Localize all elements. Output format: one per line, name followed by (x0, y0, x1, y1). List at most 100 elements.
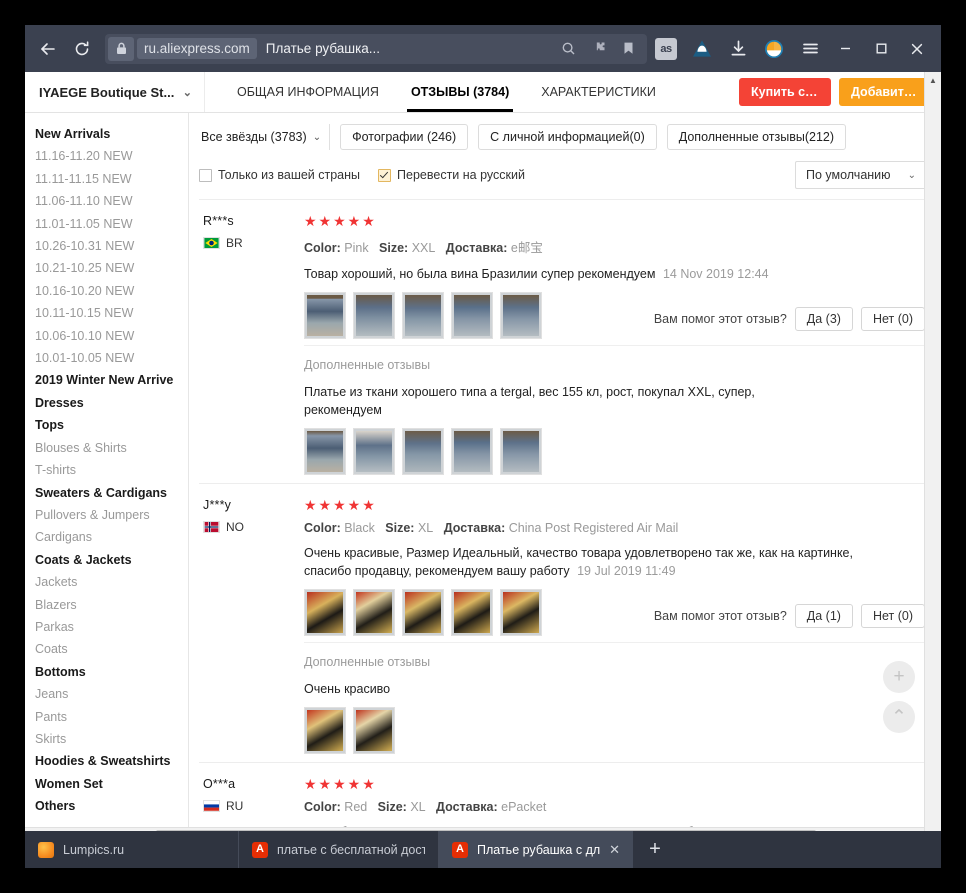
sidebar-item-bottoms[interactable]: Bottoms (35, 661, 188, 683)
sidebar-item-pants[interactable]: Pants (35, 706, 188, 728)
helpful-no-button[interactable]: Нет (0) (860, 307, 925, 331)
sidebar-item-1111-1115[interactable]: 11.11-11.15 NEW (35, 168, 188, 190)
category-sidebar: New Arrivals 11.16-11.20 NEW 11.11-11.15… (25, 113, 189, 844)
browser-tab-active-product[interactable]: A Платье рубашка с длинн ✕ (438, 831, 633, 868)
helpful-yes-button[interactable]: Да (3) (794, 307, 853, 331)
helpful-yes-button[interactable]: Да (1) (794, 604, 853, 628)
color-value: Black (344, 521, 375, 535)
search-icon[interactable] (553, 36, 583, 62)
notification-triangle-icon[interactable] (685, 32, 719, 66)
sidebar-item-coats-jackets[interactable]: Coats & Jackets (35, 549, 188, 571)
sidebar-item-1026-1031[interactable]: 10.26-10.31 NEW (35, 235, 188, 257)
tab-specifications[interactable]: ХАРАКТЕРИСТИКИ (525, 72, 672, 112)
review-photo[interactable] (500, 589, 542, 636)
review-photo[interactable] (451, 292, 493, 339)
chevron-down-icon: ⌄ (907, 169, 916, 181)
review-photo[interactable] (353, 707, 395, 754)
sidebar-item-1116-1120[interactable]: 11.16-11.20 NEW (35, 145, 188, 167)
additional-review: Дополненные отзывы Платье из ткани хорош… (304, 345, 927, 475)
review-photo[interactable] (304, 292, 346, 339)
sidebar-item-coats[interactable]: Coats (35, 638, 188, 660)
browser-tab-aliexpress-search[interactable]: A платье с бесплатной доста (238, 831, 438, 868)
sidebar-item-pullovers-jumpers[interactable]: Pullovers & Jumpers (35, 504, 188, 526)
sidebar-item-blouses-shirts[interactable]: Blouses & Shirts (35, 437, 188, 459)
review-photo[interactable] (304, 428, 346, 475)
bookmark-icon[interactable] (613, 36, 643, 62)
review-options-row: Только из вашей страны Перевести на русс… (199, 150, 927, 199)
review-photo[interactable] (353, 589, 395, 636)
add-fab-icon[interactable]: + (883, 661, 915, 693)
buy-now-button[interactable]: Купить се... (739, 78, 831, 106)
only-my-country-checkbox[interactable]: Только из вашей страны (199, 168, 360, 182)
sidebar-item-hoodies-sweatshirts[interactable]: Hoodies & Sweatshirts (35, 750, 188, 772)
sidebar-item-tops[interactable]: Tops (35, 414, 188, 436)
sidebar-item-women-set[interactable]: Women Set (35, 773, 188, 795)
review-photo[interactable] (402, 589, 444, 636)
sidebar-item-winter-new-arrive[interactable]: 2019 Winter New Arrive (35, 369, 188, 391)
review-attributes: Color: Black Size: XL Доставка: China Po… (304, 521, 927, 535)
sidebar-item-1106-1110[interactable]: 11.06-11.10 NEW (35, 190, 188, 212)
scroll-up-arrow-icon[interactable]: ▲ (925, 72, 941, 89)
sidebar-item-cardigans[interactable]: Cardigans (35, 526, 188, 548)
sidebar-item-sweaters-cardigans[interactable]: Sweaters & Cardigans (35, 482, 188, 504)
filter-photos-button[interactable]: Фотографии (246) (340, 124, 469, 150)
review-photo[interactable] (402, 292, 444, 339)
sidebar-item-jeans[interactable]: Jeans (35, 683, 188, 705)
account-icon[interactable] (757, 32, 791, 66)
review-photo[interactable] (402, 428, 444, 475)
sidebar-item-1021-1025[interactable]: 10.21-10.25 NEW (35, 257, 188, 279)
color-value: Pink (344, 241, 369, 255)
address-bar[interactable]: ru.aliexpress.com Платье рубашка... (105, 33, 647, 64)
sort-dropdown[interactable]: По умолчанию ⌄ (795, 161, 927, 189)
filter-personal-info-button[interactable]: С личной информацией(0) (478, 124, 657, 150)
review-photo[interactable] (451, 428, 493, 475)
review-photo[interactable] (353, 428, 395, 475)
sidebar-item-1001-1005[interactable]: 10.01-10.05 NEW (35, 347, 188, 369)
browser-tab-strip: Lumpics.ru A платье с бесплатной доста A… (25, 831, 941, 868)
sidebar-item-tshirts[interactable]: T-shirts (35, 459, 188, 481)
reload-button[interactable] (65, 32, 99, 66)
close-button[interactable] (899, 29, 935, 69)
close-tab-icon[interactable]: ✕ (609, 842, 620, 858)
sidebar-item-blazers[interactable]: Blazers (35, 594, 188, 616)
color-value: Red (344, 800, 368, 814)
sidebar-item-1101-1105[interactable]: 11.01-11.05 NEW (35, 213, 188, 235)
all-stars-dropdown[interactable]: Все звёзды (3783) ⌄ (199, 124, 331, 150)
browser-tab-lumpics[interactable]: Lumpics.ru (25, 831, 238, 868)
review-photo[interactable] (304, 707, 346, 754)
sidebar-item-1011-1015[interactable]: 10.11-10.15 NEW (35, 302, 188, 324)
sidebar-item-1006-1010[interactable]: 10.06-10.10 NEW (35, 325, 188, 347)
maximize-button[interactable] (863, 29, 899, 69)
sidebar-item-new-arrivals[interactable]: New Arrivals (35, 123, 188, 145)
sidebar-item-skirts[interactable]: Skirts (35, 728, 188, 750)
download-icon[interactable] (721, 32, 755, 66)
scroll-to-top-icon[interactable]: ⌃ (883, 701, 915, 733)
tab-general-info[interactable]: ОБЩАЯ ИНФОРМАЦИЯ (221, 72, 395, 112)
puzzle-icon[interactable] (583, 36, 613, 62)
back-button[interactable] (31, 32, 65, 66)
hamburger-menu-icon[interactable] (793, 32, 827, 66)
review-photo[interactable] (304, 589, 346, 636)
store-name-dropdown[interactable]: IYAEGE Boutique St... ⌄ (25, 72, 205, 112)
helpful-no-button[interactable]: Нет (0) (860, 604, 925, 628)
sidebar-item-1016-1020[interactable]: 10.16-10.20 NEW (35, 280, 188, 302)
review-author: R***s BR (199, 214, 304, 475)
shipping-value: ePacket (501, 800, 547, 814)
sidebar-item-parkas[interactable]: Parkas (35, 616, 188, 638)
tab-reviews[interactable]: ОТЗЫВЫ (3784) (395, 72, 525, 112)
review-photo[interactable] (500, 428, 542, 475)
sidebar-item-jackets[interactable]: Jackets (35, 571, 188, 593)
translate-to-russian-checkbox[interactable]: Перевести на русский (378, 168, 525, 182)
review-photo[interactable] (353, 292, 395, 339)
filter-additional-reviews-button[interactable]: Дополненные отзывы(212) (666, 124, 847, 150)
sidebar-item-dresses[interactable]: Dresses (35, 392, 188, 414)
vertical-scrollbar[interactable]: ▲ ▼ (924, 72, 941, 844)
norway-flag-icon (203, 521, 220, 533)
new-tab-button[interactable]: + (633, 831, 677, 868)
review-photo[interactable] (500, 292, 542, 339)
add-to-cart-button[interactable]: Добавить ... (839, 78, 931, 106)
review-photo[interactable] (451, 589, 493, 636)
sidebar-item-others[interactable]: Others (35, 795, 188, 817)
minimize-button[interactable] (827, 29, 863, 69)
lastfm-extension-icon[interactable]: as (649, 32, 683, 66)
